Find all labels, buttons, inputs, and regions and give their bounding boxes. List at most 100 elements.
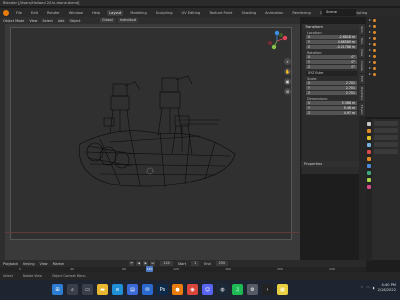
- photoshop-icon[interactable]: Ps: [157, 284, 168, 295]
- edge-icon[interactable]: e: [112, 284, 123, 295]
- start-frame-field[interactable]: 1: [191, 261, 200, 266]
- tab-edit[interactable]: Edit: [359, 73, 365, 84]
- properties-editor[interactable]: [366, 118, 400, 261]
- terminal-icon[interactable]: ›: [262, 284, 273, 295]
- expand-arrow-icon[interactable]: [369, 55, 371, 57]
- expand-arrow-icon[interactable]: [369, 49, 371, 51]
- chrome-icon[interactable]: ◉: [187, 284, 198, 295]
- expand-arrow-icon[interactable]: [369, 43, 371, 45]
- outliner[interactable]: [366, 17, 400, 117]
- tab-create[interactable]: Create: [359, 58, 365, 73]
- tab-texture-paint[interactable]: Texture Paint: [207, 10, 234, 16]
- tab-tool[interactable]: Tool: [359, 35, 365, 46]
- menu-playback[interactable]: Playback: [3, 262, 18, 266]
- sticky-notes-icon[interactable]: ▦: [277, 284, 288, 295]
- jump-start-icon[interactable]: ⏮: [129, 261, 135, 266]
- menu-timeline-view[interactable]: View: [40, 262, 48, 266]
- end-frame-field[interactable]: 250: [215, 261, 229, 266]
- object-icon: [373, 30, 376, 34]
- menu-object[interactable]: Object: [69, 19, 80, 23]
- expand-arrow-icon[interactable]: [369, 31, 371, 33]
- navigation-gizmo-icon[interactable]: [266, 30, 288, 52]
- physics-icon[interactable]: [367, 171, 371, 175]
- tab-item[interactable]: Item: [359, 24, 365, 35]
- tab-layout[interactable]: Layout: [107, 9, 124, 16]
- clock[interactable]: 4:40 PM 2/18/2022: [378, 283, 396, 293]
- tab-modeling[interactable]: Modeling: [128, 10, 148, 16]
- outliner-row[interactable]: [366, 71, 400, 77]
- tab-uv-editing[interactable]: UV Editing: [180, 10, 203, 16]
- blender-icon[interactable]: ●: [172, 284, 183, 295]
- tab-sculpting[interactable]: Sculpting: [154, 10, 175, 16]
- chevron-up-icon[interactable]: ⌃: [361, 286, 364, 290]
- scene-selector[interactable]: Scene: [322, 9, 356, 16]
- object-props-icon[interactable]: [367, 157, 371, 161]
- view-layer-icon[interactable]: [367, 143, 371, 147]
- menu-file[interactable]: File: [14, 10, 24, 16]
- menu-add[interactable]: Add: [58, 19, 65, 23]
- store-icon[interactable]: ▤: [127, 284, 138, 295]
- zoom-icon[interactable]: ⌕: [284, 58, 291, 65]
- material-icon[interactable]: [367, 185, 371, 189]
- wireframe-model[interactable]: [0, 24, 300, 260]
- settings-gear-icon[interactable]: ⚙: [247, 284, 258, 295]
- menu-render[interactable]: Render: [45, 10, 62, 16]
- file-explorer-icon[interactable]: ▬: [97, 284, 108, 295]
- menu-help[interactable]: Help: [90, 10, 102, 16]
- mode-selector[interactable]: Object Mode: [3, 19, 24, 23]
- tab-hardops[interactable]: HardOps: [359, 84, 365, 102]
- mail-icon[interactable]: ✉: [142, 284, 153, 295]
- camera-view-icon[interactable]: ▣: [284, 78, 291, 85]
- rotation-z-field[interactable]: Z 0°: [306, 65, 357, 70]
- windows-start-icon[interactable]: ⊞: [52, 284, 63, 295]
- perspective-grid-icon[interactable]: ⊞: [284, 88, 291, 95]
- wifi-icon[interactable]: ◠: [367, 286, 370, 290]
- expand-arrow-icon[interactable]: [369, 67, 371, 69]
- tab-rendering[interactable]: Rendering: [290, 10, 312, 16]
- hint-context-menu: Object Context Menu: [51, 274, 86, 278]
- steam-icon[interactable]: ◍: [217, 284, 228, 295]
- render-icon[interactable]: [367, 129, 371, 133]
- property-field[interactable]: [374, 128, 398, 133]
- expand-arrow-icon[interactable]: [369, 37, 371, 39]
- tab-view[interactable]: View: [359, 46, 365, 58]
- tab-animation[interactable]: Animation: [263, 10, 285, 16]
- menu-view[interactable]: View: [29, 19, 37, 23]
- expand-arrow-icon[interactable]: [369, 61, 371, 63]
- play-reverse-icon[interactable]: ◀: [136, 261, 142, 266]
- menu-keying[interactable]: Keying: [23, 262, 34, 266]
- menu-window[interactable]: Window: [67, 10, 85, 16]
- tool-shelf[interactable]: [0, 24, 5, 260]
- expand-arrow-icon[interactable]: [369, 25, 371, 27]
- orientation-dropdown[interactable]: Global: [100, 18, 115, 23]
- dimensions-z-field[interactable]: Z 4.97 m: [306, 111, 357, 116]
- mesh-data-icon[interactable]: [367, 178, 371, 182]
- tab-fluent[interactable]: Fluent: [359, 102, 365, 116]
- spotify-icon[interactable]: ♫: [232, 284, 243, 295]
- discord-icon[interactable]: ☺: [202, 284, 213, 295]
- task-view-icon[interactable]: ▭: [82, 284, 93, 295]
- property-field[interactable]: [374, 121, 398, 126]
- properties-header[interactable]: Properties: [301, 161, 359, 167]
- menu-marker[interactable]: Marker: [53, 262, 65, 266]
- tool-settings-icon[interactable]: [367, 122, 371, 126]
- property-field[interactable]: [374, 135, 398, 140]
- search-icon[interactable]: ⌕: [67, 284, 78, 295]
- volume-icon[interactable]: ◖: [373, 286, 375, 290]
- pivot-dropdown[interactable]: Individual: [117, 18, 139, 23]
- blender-logo-icon[interactable]: [3, 9, 9, 16]
- expand-arrow-icon[interactable]: [369, 73, 371, 75]
- scale-z-value: 2.701: [345, 91, 355, 95]
- output-icon[interactable]: [367, 136, 371, 140]
- property-field[interactable]: [374, 142, 398, 147]
- modifier-wrench-icon[interactable]: [367, 164, 371, 168]
- tab-shading[interactable]: Shading: [239, 10, 258, 16]
- property-field[interactable]: [374, 149, 398, 154]
- 3d-viewport[interactable]: ⌕ ✋ ▣ ⊞: [0, 24, 300, 260]
- current-frame-field[interactable]: 120: [160, 261, 173, 266]
- expand-arrow-icon[interactable]: [369, 19, 371, 21]
- menu-select[interactable]: Select: [42, 19, 52, 23]
- menu-edit[interactable]: Edit: [29, 10, 40, 16]
- scene-icon[interactable]: [367, 150, 371, 154]
- pan-hand-icon[interactable]: ✋: [284, 68, 291, 75]
